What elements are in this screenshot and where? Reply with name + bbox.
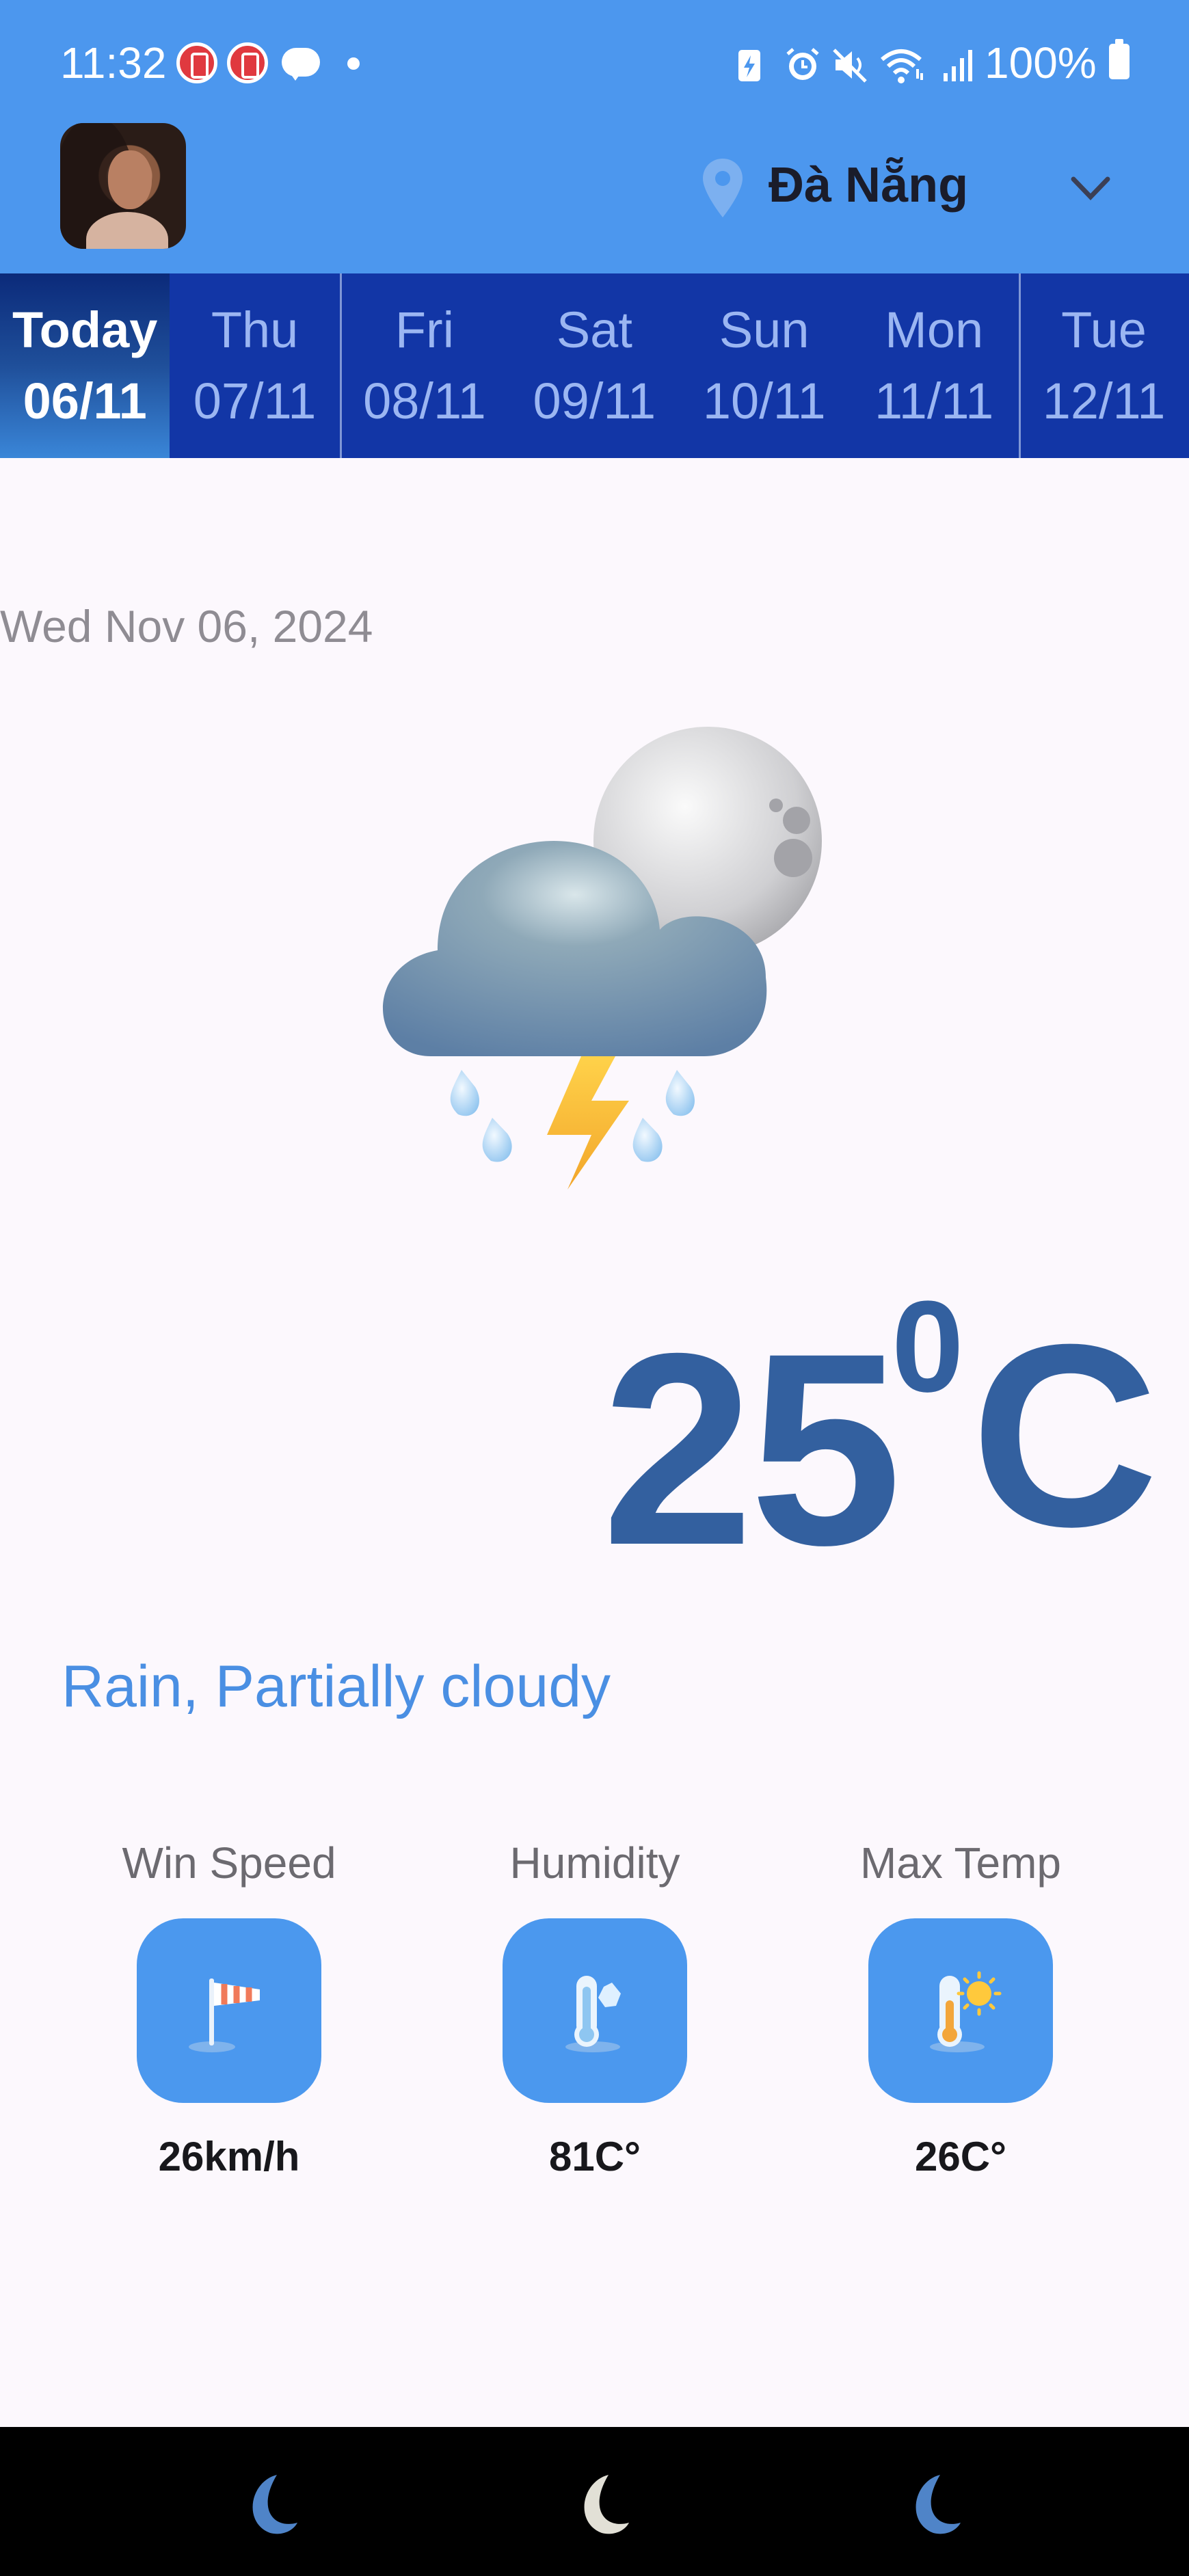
stat-wind-speed: Win Speed 26km/h — [85, 1832, 373, 2188]
temperature-degree-sup: 0 — [892, 1274, 964, 1419]
stat-value: 26km/h — [158, 2134, 300, 2179]
stat-value: 81C° — [548, 2134, 641, 2179]
tab-day[interactable]: Thu 07/11 — [170, 273, 339, 458]
stat-label: Win Speed — [122, 1838, 336, 1888]
tab-day-date: 10/11 — [702, 373, 826, 429]
tab-day-label: Sat — [556, 301, 632, 358]
tab-day[interactable]: Sat 09/11 — [509, 273, 679, 458]
system-icons — [736, 41, 975, 89]
nav-recents-button[interactable] — [229, 2468, 304, 2543]
avatar[interactable] — [60, 123, 186, 249]
app-bar: Đà Nẵng — [0, 123, 1189, 273]
tab-day[interactable]: Fri 08/11 — [339, 273, 509, 458]
stat-value: 26C° — [914, 2134, 1007, 2179]
app-notification-icon — [227, 42, 268, 83]
tab-day[interactable]: Sun 10/11 — [680, 273, 849, 458]
sun-thermometer-icon — [930, 1971, 1002, 2052]
alarm-icon — [784, 46, 819, 84]
dot-icon — [347, 57, 360, 70]
wifi-icon — [879, 46, 927, 84]
full-date: Wed Nov 06, 2024 — [0, 601, 373, 652]
tab-day-label: Today — [12, 301, 158, 358]
tab-day-date: 12/11 — [1042, 373, 1166, 429]
temperature-value: 25 — [602, 1296, 902, 1602]
thunderstorm-night-icon — [383, 727, 822, 1190]
tab-day-date: 07/11 — [193, 373, 317, 429]
app-notification-icon — [176, 42, 217, 83]
battery-percent: 100% — [985, 38, 1097, 88]
tab-day-date: 11/11 — [874, 373, 994, 429]
tab-day-date: 06/11 — [23, 373, 147, 429]
tab-day[interactable]: Today 06/11 — [0, 273, 170, 458]
tab-day-label: Tue — [1061, 301, 1147, 358]
day-tabs: Today 06/11 Thu 07/11 Fri 08/11 Sat 09/1… — [0, 273, 1189, 458]
nav-home-button[interactable] — [561, 2468, 636, 2543]
temperature-display: 25 0 C — [602, 1274, 1158, 1593]
system-nav-bar — [0, 2427, 1189, 2576]
humidity-thermometer-icon — [565, 1976, 621, 2052]
tab-day-label: Mon — [885, 301, 984, 358]
app-header: 11:32 100% Đà Nẵng — [0, 0, 1189, 273]
signal-icon — [942, 46, 975, 84]
chat-bubble-icon — [282, 48, 320, 81]
tab-day-label: Sun — [719, 301, 810, 358]
battery-saver-icon — [736, 46, 769, 84]
tab-day-label: Fri — [395, 301, 455, 358]
stat-label: Max Temp — [859, 1838, 1062, 1888]
weather-condition: Rain, Partially cloudy — [62, 1654, 611, 1719]
stat-label: Humidity — [509, 1838, 680, 1888]
tab-day[interactable]: Tue 12/11 — [1019, 273, 1188, 458]
nav-back-button[interactable] — [892, 2468, 967, 2543]
chevron-down-icon[interactable] — [1067, 171, 1114, 205]
weather-screen: 11:32 100% Đà Nẵng Today 06/11 Thu 07/11… — [0, 0, 1189, 2576]
stat-tile[interactable] — [868, 1918, 1053, 2103]
weather-stats: Win Speed 26km/h Humidity 81C° Max Temp … — [0, 1832, 1189, 2215]
stat-tile[interactable] — [503, 1918, 687, 2103]
tab-day-date: 08/11 — [363, 373, 486, 429]
tab-day-label: Thu — [211, 301, 299, 358]
location-name[interactable]: Đà Nẵng — [769, 157, 968, 213]
location-pin-icon — [703, 159, 743, 217]
status-bar: 11:32 100% — [0, 0, 1189, 123]
temperature-unit: C — [971, 1290, 1159, 1581]
stat-tile[interactable] — [137, 1918, 321, 2103]
stat-max-temp: Max Temp 26C° — [817, 1832, 1104, 2188]
windsock-icon — [189, 1978, 260, 2052]
battery-icon — [1109, 39, 1130, 79]
status-time: 11:32 — [60, 38, 167, 88]
mute-icon — [831, 46, 867, 84]
tab-day[interactable]: Mon 11/11 — [849, 273, 1019, 458]
stat-humidity: Humidity 81C° — [451, 1832, 738, 2188]
tab-day-date: 09/11 — [533, 373, 656, 429]
